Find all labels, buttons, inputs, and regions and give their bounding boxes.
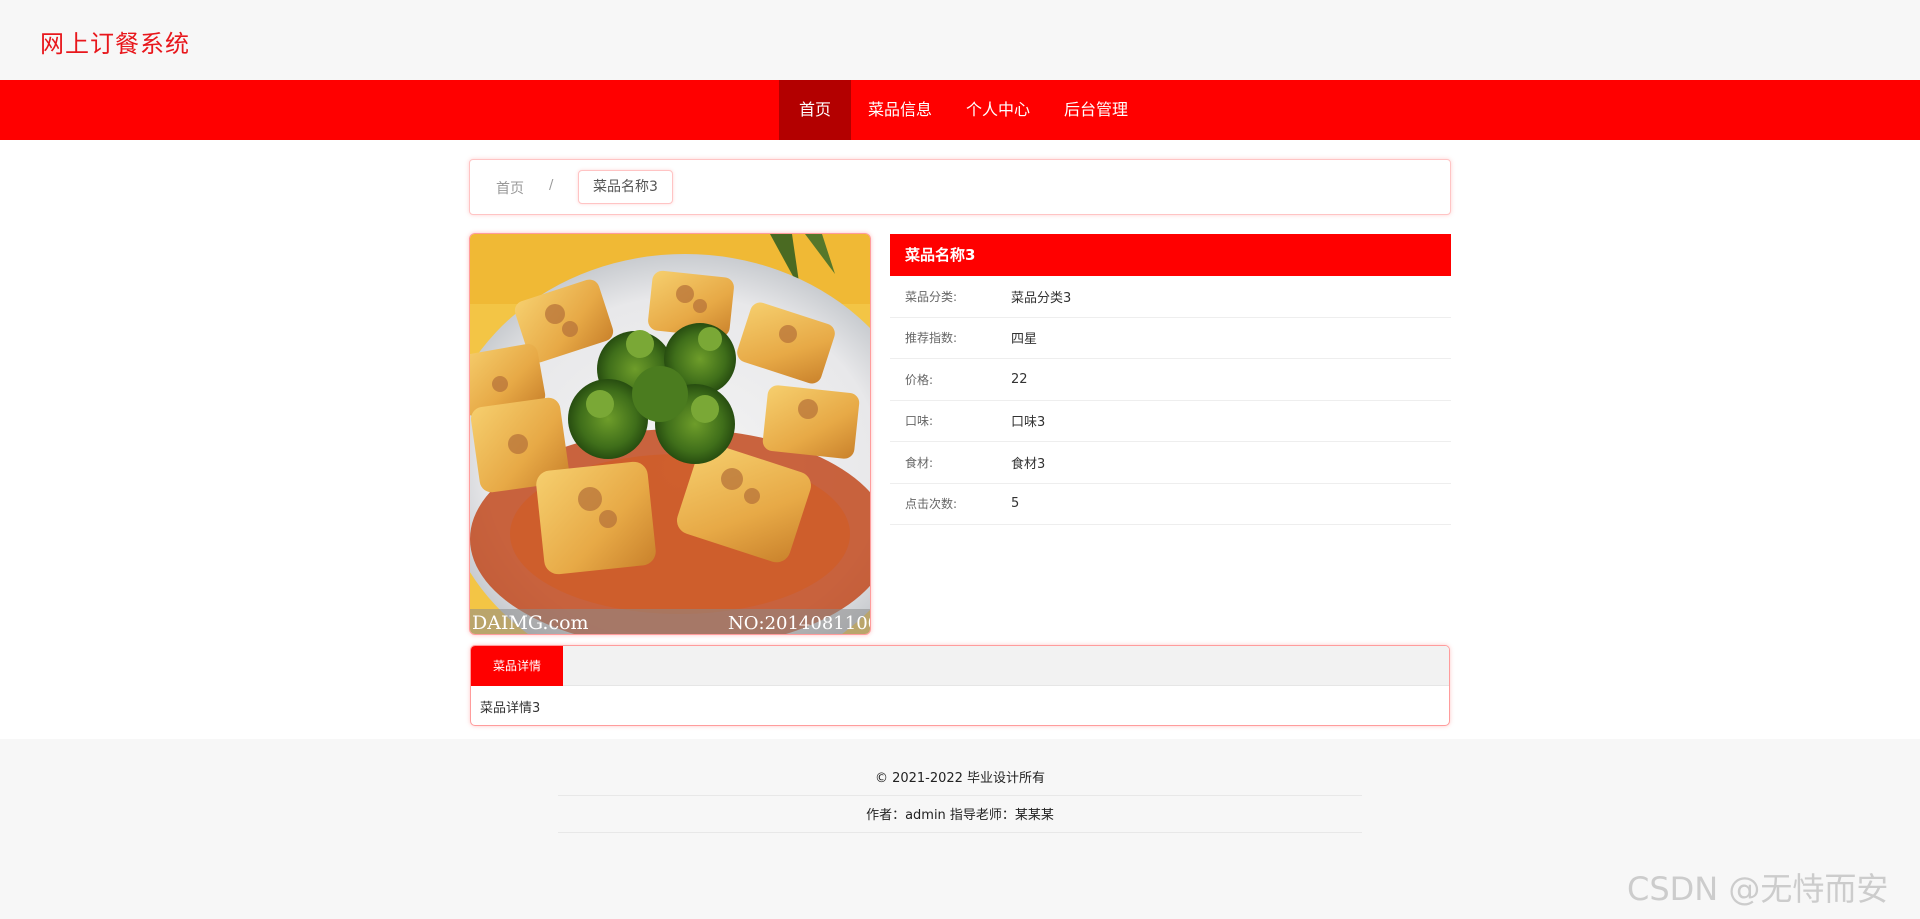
- info-label: 食材:: [905, 455, 934, 470]
- tab-dish-details[interactable]: 菜品详情: [471, 646, 564, 686]
- breadcrumb-separator: /: [549, 178, 554, 193]
- dish-details-tabs: 菜品详情 菜品详情3: [470, 645, 1450, 726]
- dish-name-header: 菜品名称3: [890, 234, 1451, 276]
- info-label: 菜品分类:: [905, 289, 958, 304]
- nav-list: 首页 菜品信息 个人中心 后台管理: [779, 80, 1145, 140]
- nav-item-home[interactable]: 首页: [779, 80, 852, 140]
- info-value: 口味3: [1011, 415, 1046, 431]
- info-row-rating: 推荐指数: 四星: [890, 318, 1451, 359]
- breadcrumb-current: 菜品名称3: [578, 170, 673, 204]
- info-value: 四星: [1011, 332, 1038, 348]
- main-navbar: 首页 菜品信息 个人中心 后台管理: [0, 80, 1920, 140]
- info-row-flavor: 口味: 口味3: [890, 401, 1451, 442]
- info-row-category: 菜品分类: 菜品分类3: [890, 276, 1451, 318]
- breadcrumb: 首页 / 菜品名称3: [469, 159, 1451, 215]
- info-label: 口味:: [905, 414, 934, 429]
- dish-info-panel: 菜品名称3 菜品分类: 菜品分类3 推荐指数: 四星 价格: 22 口味: 口味…: [890, 234, 1451, 525]
- info-row-clicks: 点击次数: 5: [890, 484, 1451, 525]
- info-label: 推荐指数:: [905, 331, 958, 346]
- info-value: 22: [1011, 371, 1028, 387]
- tab-strip: 菜品详情: [471, 646, 1449, 686]
- csdn-watermark: CSDN @无恃而安: [1627, 870, 1889, 908]
- details-content: 菜品详情3: [480, 701, 541, 716]
- photo-watermark-right: NO:2014081100: [728, 613, 870, 634]
- footer-author: 作者：admin 指导老师：某某某: [558, 799, 1362, 833]
- site-title[interactable]: 网上订餐系统: [40, 24, 190, 59]
- nav-item-dishes[interactable]: 菜品信息: [851, 80, 949, 140]
- info-label: 价格:: [905, 372, 934, 387]
- photo-watermark-left: DAIMG.com: [472, 612, 589, 634]
- footer-copyright: © 2021-2022 毕业设计所有: [558, 762, 1362, 796]
- info-value: 5: [1011, 496, 1020, 512]
- dish-photo: DAIMG.com NO:2014081100: [469, 233, 871, 635]
- info-label: 点击次数:: [905, 497, 958, 512]
- info-row-ingredients: 食材: 食材3: [890, 442, 1451, 484]
- breadcrumb-home-link[interactable]: 首页: [496, 178, 524, 198]
- top-header: 网上订餐系统: [0, 0, 1920, 80]
- info-value: 食材3: [1011, 456, 1046, 472]
- info-value: 菜品分类3: [1011, 290, 1072, 306]
- nav-item-admin[interactable]: 后台管理: [1047, 80, 1145, 140]
- info-row-price: 价格: 22: [890, 359, 1451, 401]
- nav-item-user-center[interactable]: 个人中心: [949, 80, 1047, 140]
